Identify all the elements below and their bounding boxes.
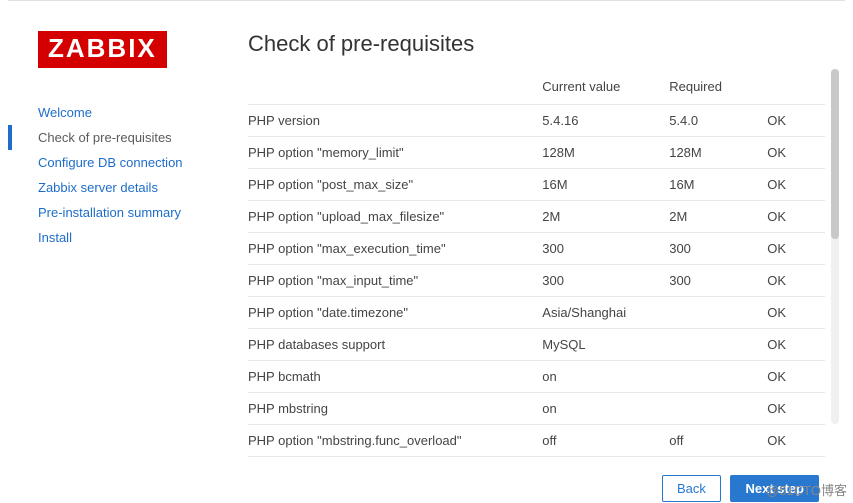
nav-steps: Welcome Check of pre-requisites Configur… <box>38 100 248 250</box>
scrollbar[interactable] <box>831 69 839 424</box>
table-row: PHP mbstringon OK <box>248 393 825 425</box>
cell-current: on <box>542 361 669 393</box>
cell-required: off <box>669 425 767 457</box>
cell-status: OK <box>767 297 825 329</box>
cell-name: PHP version <box>248 105 542 137</box>
table-row: PHP version5.4.165.4.0OK <box>248 105 825 137</box>
cell-current: Asia/Shanghai <box>542 297 669 329</box>
table-row: PHP databases supportMySQL OK <box>248 329 825 361</box>
nav-item-db[interactable]: Configure DB connection <box>38 150 248 175</box>
cell-name: PHP bcmath <box>248 361 542 393</box>
nav-item-install[interactable]: Install <box>38 225 248 250</box>
prerequisites-table: Current value Required PHP version5.4.16… <box>248 69 825 457</box>
cell-current: 5.4.16 <box>542 105 669 137</box>
cell-status: OK <box>767 425 825 457</box>
scrollbar-thumb[interactable] <box>831 69 839 239</box>
table-row: PHP option "memory_limit"128M128MOK <box>248 137 825 169</box>
cell-status: OK <box>767 201 825 233</box>
cell-status: OK <box>767 233 825 265</box>
cell-required <box>669 393 767 425</box>
cell-status: OK <box>767 393 825 425</box>
nav-item-server[interactable]: Zabbix server details <box>38 175 248 200</box>
cell-name: PHP option "post_max_size" <box>248 169 542 201</box>
cell-status: OK <box>767 137 825 169</box>
cell-required: 16M <box>669 169 767 201</box>
cell-name: PHP mbstring <box>248 393 542 425</box>
header-status <box>767 69 825 105</box>
header-required: Required <box>669 69 767 105</box>
cell-current: on <box>542 393 669 425</box>
cell-current: 128M <box>542 137 669 169</box>
header-current: Current value <box>542 69 669 105</box>
cell-name: PHP option "date.timezone" <box>248 297 542 329</box>
cell-required <box>669 329 767 361</box>
nav-item-prerequisites[interactable]: Check of pre-requisites <box>38 125 248 150</box>
cell-status: OK <box>767 265 825 297</box>
cell-required: 300 <box>669 265 767 297</box>
nav-item-welcome[interactable]: Welcome <box>38 100 248 125</box>
cell-name: PHP option "upload_max_filesize" <box>248 201 542 233</box>
cell-required: 2M <box>669 201 767 233</box>
cell-required: 128M <box>669 137 767 169</box>
page-title: Check of pre-requisites <box>248 31 825 57</box>
cell-name: PHP option "mbstring.func_overload" <box>248 425 542 457</box>
back-button[interactable]: Back <box>662 475 721 502</box>
cell-current: 300 <box>542 233 669 265</box>
table-row: PHP option "max_input_time"300300OK <box>248 265 825 297</box>
cell-required <box>669 361 767 393</box>
cell-current: MySQL <box>542 329 669 361</box>
table-row: PHP option "upload_max_filesize"2M2MOK <box>248 201 825 233</box>
cell-name: PHP databases support <box>248 329 542 361</box>
nav-item-summary[interactable]: Pre-installation summary <box>38 200 248 225</box>
header-name <box>248 69 542 105</box>
cell-required: 5.4.0 <box>669 105 767 137</box>
cell-required: 300 <box>669 233 767 265</box>
cell-current: off <box>542 425 669 457</box>
cell-current: 16M <box>542 169 669 201</box>
table-row: PHP option "date.timezone"Asia/Shanghai O… <box>248 297 825 329</box>
table-row: PHP option "max_execution_time"300300OK <box>248 233 825 265</box>
cell-current: 2M <box>542 201 669 233</box>
watermark: @51CTO博客 <box>766 480 847 499</box>
table-row: PHP option "post_max_size"16M16MOK <box>248 169 825 201</box>
table-row: PHP bcmathon OK <box>248 361 825 393</box>
cell-current: 300 <box>542 265 669 297</box>
logo: ZABBIX <box>38 31 167 68</box>
cell-status: OK <box>767 361 825 393</box>
cell-status: OK <box>767 329 825 361</box>
cell-required <box>669 297 767 329</box>
cell-name: PHP option "max_input_time" <box>248 265 542 297</box>
table-row: PHP option "mbstring.func_overload"offof… <box>248 425 825 457</box>
cell-name: PHP option "memory_limit" <box>248 137 542 169</box>
cell-status: OK <box>767 169 825 201</box>
cell-status: OK <box>767 105 825 137</box>
cell-name: PHP option "max_execution_time" <box>248 233 542 265</box>
